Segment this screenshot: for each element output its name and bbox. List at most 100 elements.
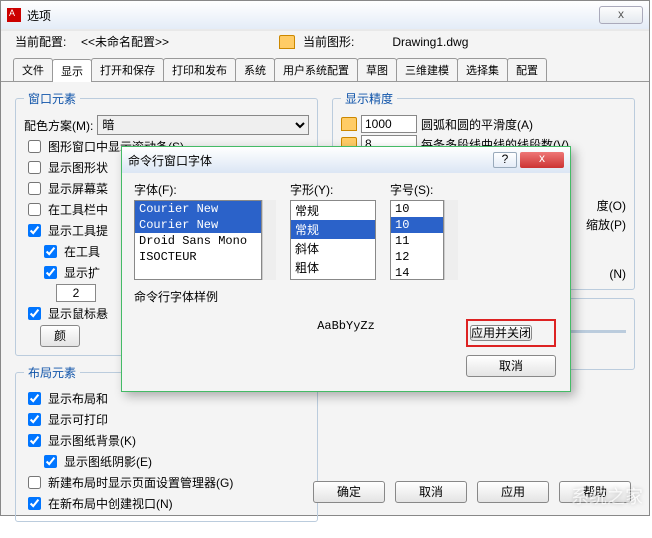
- font-column: 字体(F): Courier New Courier New Droid San…: [134, 181, 276, 280]
- dialog-help-button[interactable]: ?: [493, 152, 517, 168]
- profile-value: <<未命名配置>>: [81, 33, 271, 50]
- lbl-layout-tabs: 显示布局和: [48, 390, 108, 407]
- cb-screenmenu[interactable]: [28, 182, 41, 195]
- cb-scrollbar[interactable]: [28, 140, 41, 153]
- dialog-body: 字体(F): Courier New Courier New Droid San…: [122, 173, 570, 391]
- cb-layout-tabs[interactable]: [28, 392, 41, 405]
- style-column: 字形(Y): 常规 常规 斜体 粗体 粗体 斜体: [290, 181, 376, 280]
- lbl-paper-bg: 显示图纸背景(K): [48, 432, 136, 449]
- font-list[interactable]: Courier New Courier New Droid Sans Mono …: [134, 200, 262, 280]
- fade-label: 度(O): [597, 197, 626, 214]
- size-label: 字号(S):: [390, 181, 458, 198]
- style-label: 字形(Y):: [290, 181, 376, 198]
- tab-user[interactable]: 用户系统配置: [274, 58, 358, 81]
- tab-3d[interactable]: 三维建模: [396, 58, 458, 81]
- style-item[interactable]: 斜体: [291, 239, 375, 258]
- style-item[interactable]: 粗体: [291, 258, 375, 277]
- drawing-label: 当前图形:: [303, 33, 354, 50]
- folder-icon: [341, 117, 357, 131]
- tab-plot[interactable]: 打印和发布: [163, 58, 236, 81]
- dialog-title: 命令行窗口字体: [128, 152, 493, 169]
- window-title: 选项: [27, 7, 595, 24]
- color-button[interactable]: 颜: [40, 325, 80, 347]
- tab-profiles[interactable]: 配置: [507, 58, 547, 81]
- apply-button[interactable]: 应用: [477, 481, 549, 503]
- style-item[interactable]: 粗体 斜体: [291, 277, 375, 280]
- font-label: 字体(F):: [134, 181, 276, 198]
- options-window: 选项 x 当前配置: <<未命名配置>> 当前图形: Drawing1.dwg …: [0, 0, 650, 516]
- dialog-buttons: 应用并关闭 取消: [466, 319, 556, 377]
- help-button[interactable]: 帮助: [559, 481, 631, 503]
- cb-new-layout-mgr[interactable]: [28, 476, 41, 489]
- cancel-button[interactable]: 取消: [395, 481, 467, 503]
- delay-input[interactable]: [56, 284, 96, 302]
- font-item-selected[interactable]: Courier New: [135, 201, 261, 217]
- size-item-selected[interactable]: 10: [391, 201, 443, 217]
- lbl-mouse-hover: 显示鼠标悬: [48, 305, 108, 322]
- tabstrip: 文件 显示 打开和保存 打印和发布 系统 用户系统配置 草图 三维建模 选择集 …: [1, 58, 649, 82]
- lbl-status: 显示图形状: [48, 159, 108, 176]
- tab-selection[interactable]: 选择集: [457, 58, 508, 81]
- drawing-icon: [279, 35, 295, 49]
- size-item[interactable]: 10: [391, 217, 443, 233]
- style-item-selected[interactable]: 常规: [291, 201, 375, 220]
- n-label: (N): [609, 267, 626, 281]
- lbl-new-layout-mgr: 新建布局时显示页面设置管理器(G): [48, 474, 233, 491]
- cb-printable[interactable]: [28, 413, 41, 426]
- tab-open-save[interactable]: 打开和保存: [91, 58, 164, 81]
- zoom-label: 缩放(P): [586, 216, 626, 233]
- colorscheme-label: 配色方案(M):: [24, 117, 93, 134]
- profile-label: 当前配置:: [15, 33, 73, 50]
- lbl-paper-shadow: 显示图纸阴影(E): [64, 453, 152, 470]
- size-item[interactable]: 11: [391, 233, 443, 249]
- colorscheme-select[interactable]: 暗: [97, 115, 309, 135]
- lbl-printable: 显示可打印: [48, 411, 108, 428]
- lbl-create-viewport: 在新布局中创建视口(N): [48, 495, 173, 512]
- cb-tooltip[interactable]: [28, 224, 41, 237]
- apply-close-button[interactable]: 应用并关闭: [470, 325, 532, 341]
- font-item[interactable]: Courier New: [135, 217, 261, 233]
- highlight-box: 应用并关闭: [466, 319, 556, 347]
- lbl-tooltip: 显示工具提: [48, 222, 108, 239]
- style-item[interactable]: 常规: [291, 220, 375, 239]
- close-button[interactable]: x: [599, 6, 643, 24]
- cb-toolbar-in[interactable]: [28, 203, 41, 216]
- cb-show-ext[interactable]: [44, 266, 57, 279]
- cb-paper-shadow[interactable]: [44, 455, 57, 468]
- arc-smooth-label: 圆弧和圆的平滑度(A): [421, 116, 533, 133]
- sample-label: 命令行字体样例: [134, 288, 558, 305]
- legend-res: 显示精度: [341, 90, 397, 107]
- cb-mouse-hover[interactable]: [28, 307, 41, 320]
- size-item[interactable]: 14: [391, 265, 443, 280]
- legend-layout: 布局元素: [24, 364, 80, 381]
- size-scrollbar[interactable]: [444, 200, 458, 280]
- size-column: 字号(S): 10 10 11 12 14: [390, 181, 458, 280]
- font-scrollbar[interactable]: [262, 200, 276, 280]
- style-list[interactable]: 常规 常规 斜体 粗体 粗体 斜体: [290, 200, 376, 280]
- tab-system[interactable]: 系统: [235, 58, 275, 81]
- size-list[interactable]: 10 10 11 12 14: [390, 200, 444, 280]
- lbl-show-ext: 显示扩: [64, 264, 100, 281]
- tab-display[interactable]: 显示: [52, 59, 92, 82]
- cb-status[interactable]: [28, 161, 41, 174]
- lbl-in-tool: 在工具: [64, 243, 100, 260]
- font-item[interactable]: ISOCTEUR: [135, 249, 261, 265]
- ok-button[interactable]: 确定: [313, 481, 385, 503]
- dialog-cancel-button[interactable]: 取消: [466, 355, 556, 377]
- cb-paper-bg[interactable]: [28, 434, 41, 447]
- tab-file[interactable]: 文件: [13, 58, 53, 81]
- cb-in-tool[interactable]: [44, 245, 57, 258]
- legend-window: 窗口元素: [24, 90, 80, 107]
- titlebar: 选项 x: [1, 1, 649, 29]
- tab-draft[interactable]: 草图: [357, 58, 397, 81]
- drawing-value: Drawing1.dwg: [392, 35, 468, 49]
- dialog-close-button[interactable]: x: [520, 152, 564, 168]
- font-dialog: 命令行窗口字体 ? x 字体(F): Courier New Courier N…: [121, 146, 571, 392]
- font-item[interactable]: Droid Sans Mono: [135, 233, 261, 249]
- size-item[interactable]: 12: [391, 249, 443, 265]
- arc-smooth-input[interactable]: [361, 115, 417, 133]
- lbl-screenmenu: 显示屏幕菜: [48, 180, 108, 197]
- profile-row: 当前配置: <<未命名配置>> 当前图形: Drawing1.dwg: [1, 29, 649, 54]
- dialog-titlebar: 命令行窗口字体 ? x: [122, 147, 570, 173]
- cb-create-viewport[interactable]: [28, 497, 41, 510]
